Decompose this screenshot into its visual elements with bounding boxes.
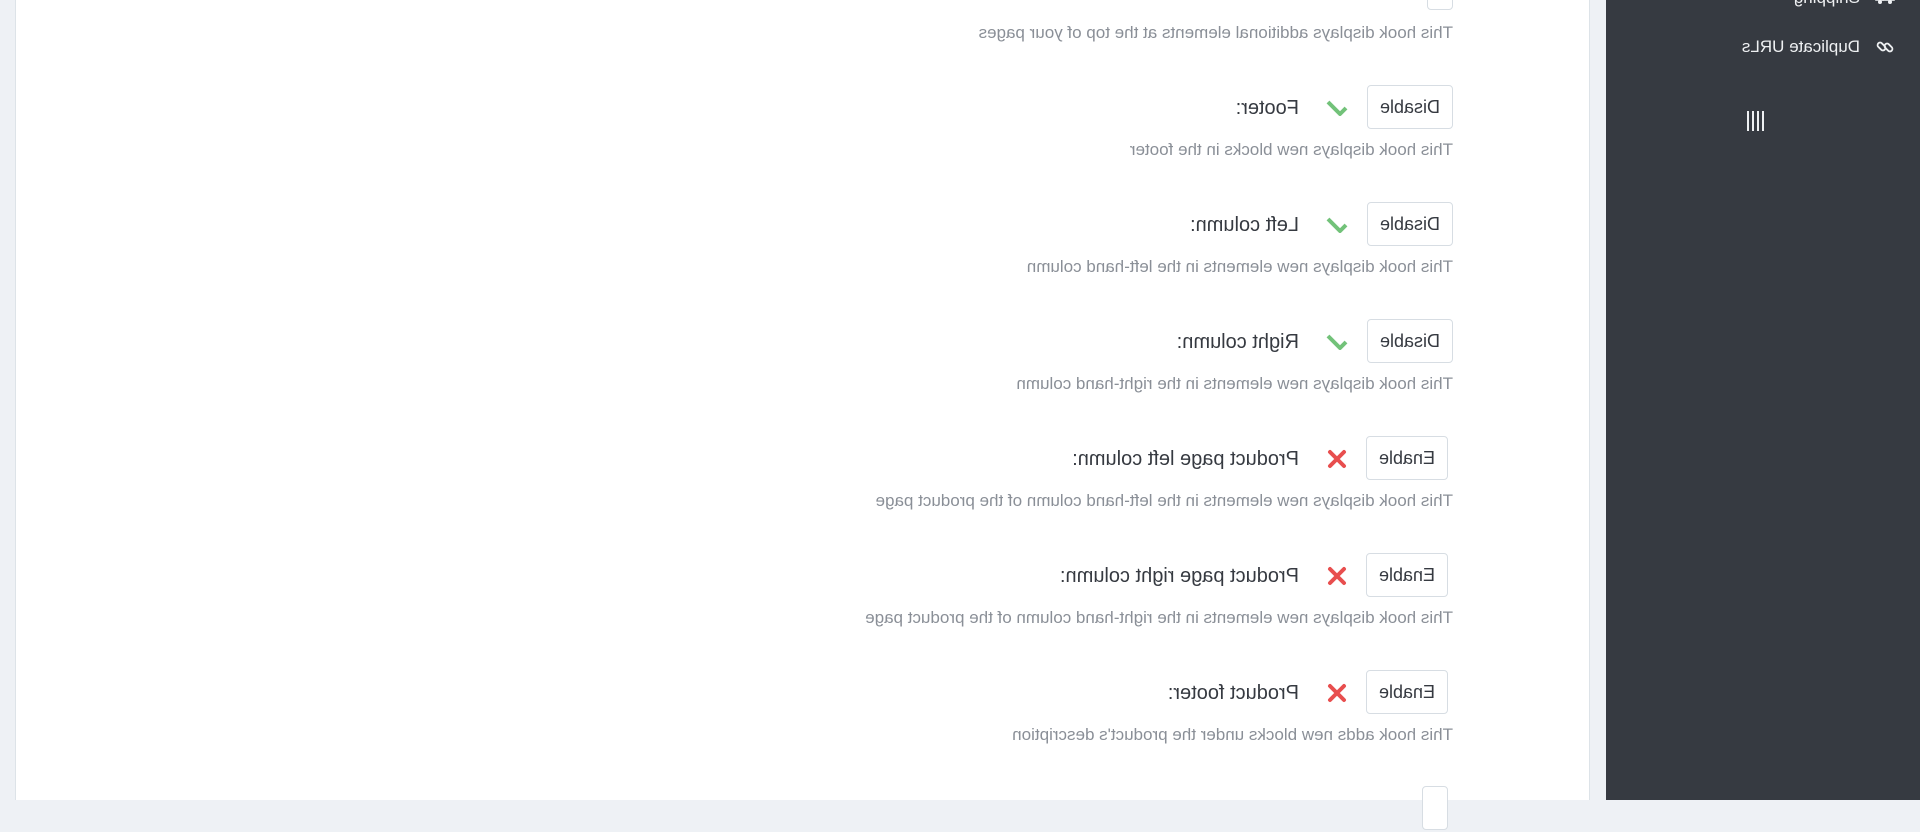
disable-button[interactable]: Disable: [1366, 85, 1453, 129]
hook-help: This hook displays new elements in the r…: [1016, 374, 1453, 393]
hook-help: This hook displays additional elements a…: [978, 23, 1453, 42]
hook-row-right-column: Right column: Disable: [16, 319, 1589, 365]
hooks-panel: This hook displays additional elements a…: [15, 0, 1590, 830]
hook-row-next: [16, 786, 1589, 832]
disable-button[interactable]: Disable: [1366, 202, 1453, 246]
hook-row-product-footer: Product footer: Enable: [16, 670, 1589, 716]
disable-button[interactable]: Disable: [1366, 319, 1453, 363]
hook-help: This hook adds new blocks under the prod…: [1012, 725, 1453, 744]
hook-row-product-right-column: Product page right column: Enable: [16, 553, 1589, 599]
mirrored-screen: Shipping Duplicate URLs This hook displa…: [0, 0, 1920, 830]
hook-label: Left column:: [1190, 214, 1299, 236]
hook-label: Product page right column:: [1059, 565, 1299, 587]
hook-help: This hook displays new blocks in the foo…: [1129, 140, 1453, 159]
check-icon: [1321, 319, 1353, 365]
cross-icon: [1321, 670, 1353, 716]
sidebar-item-label: Shipping: [1794, 0, 1860, 8]
hook-help: This hook displays new elements in the r…: [865, 608, 1453, 627]
hook-label: Right column:: [1176, 331, 1299, 353]
sidebar-collapse-icon[interactable]: [1747, 111, 1764, 131]
check-icon: [1321, 85, 1353, 131]
cross-icon: [1321, 436, 1353, 482]
sidebar-item-duplicate-urls[interactable]: Duplicate URLs: [1742, 36, 1896, 58]
link-icon: [1874, 37, 1896, 57]
enable-button[interactable]: Enable: [1365, 553, 1448, 597]
toggle-button[interactable]: [1427, 0, 1453, 10]
toggle-button[interactable]: [1422, 786, 1448, 830]
hook-row-footer: Footer: Disable: [16, 85, 1589, 131]
check-icon: [1321, 202, 1353, 248]
enable-button[interactable]: Enable: [1365, 436, 1448, 480]
sidebar-item-shipping[interactable]: Shipping: [1794, 0, 1896, 9]
hook-row-product-left-column: Product page left column: Enable: [16, 436, 1589, 482]
enable-button[interactable]: Enable: [1365, 670, 1448, 714]
hook-help: This hook displays new elements in the l…: [1026, 257, 1453, 276]
hook-help: This hook displays new elements in the l…: [875, 491, 1453, 510]
hook-row-top: [16, 0, 1589, 12]
sidebar: Shipping Duplicate URLs: [1606, 0, 1920, 800]
sidebar-item-label: Duplicate URLs: [1741, 37, 1860, 56]
hook-label: Product page left column:: [1072, 448, 1299, 470]
hook-label: Product footer:: [1167, 682, 1299, 704]
hook-row-left-column: Left column: Disable: [16, 202, 1589, 248]
cross-icon: [1321, 553, 1353, 599]
hook-label: Footer:: [1235, 97, 1299, 119]
shipping-icon: [1874, 0, 1896, 6]
